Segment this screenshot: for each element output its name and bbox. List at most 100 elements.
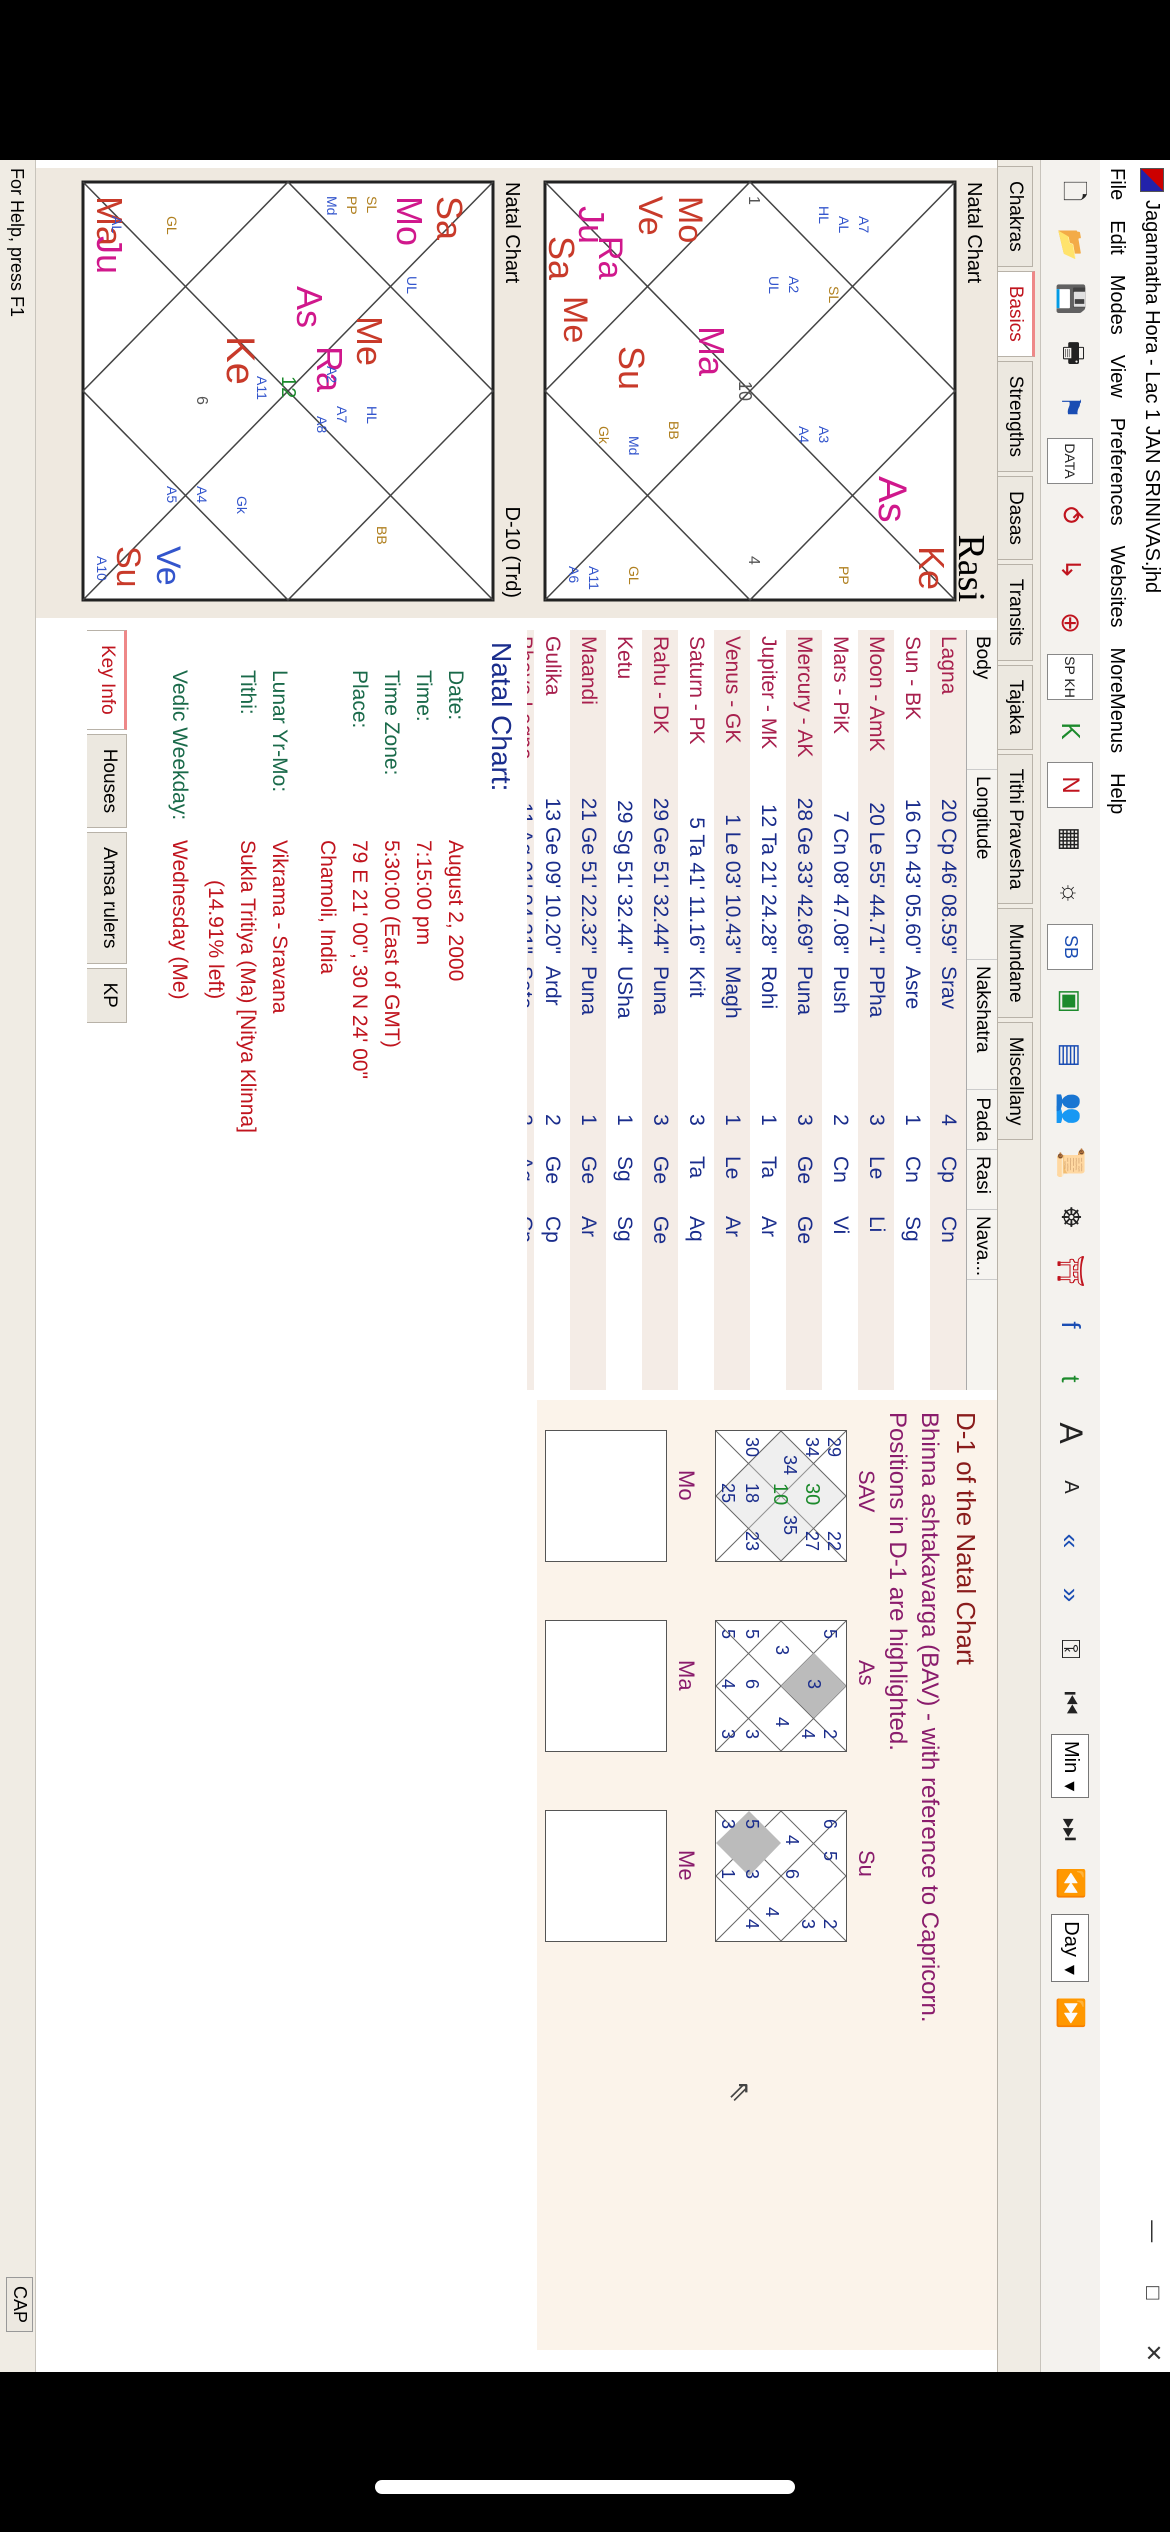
deity-icon[interactable]: ☸ bbox=[1048, 1194, 1094, 1240]
basics-content: Natal Chart Rasi As Ke Su Ma Ju Sa Me Ra… bbox=[35, 160, 998, 2372]
home-indicator[interactable] bbox=[375, 2480, 795, 2494]
subtab-kp[interactable]: KP bbox=[87, 967, 127, 1023]
n-button[interactable]: N bbox=[1047, 762, 1094, 808]
save-icon[interactable]: 💾 bbox=[1048, 276, 1094, 322]
sun-icon[interactable]: ☼ bbox=[1048, 870, 1094, 916]
table-row[interactable]: Moon - AmK 20 Le 55' 44.71" PPha 3 Le Li bbox=[858, 630, 894, 1390]
tab-strengths[interactable]: Strengths bbox=[998, 360, 1033, 473]
menu-moremenus[interactable]: MoreMenus bbox=[1106, 647, 1129, 753]
menu-view[interactable]: View bbox=[1106, 355, 1129, 398]
subtab-houses[interactable]: Houses bbox=[87, 733, 127, 829]
svg-text:4: 4 bbox=[798, 1729, 818, 1739]
sb-button[interactable]: SB bbox=[1047, 924, 1094, 970]
table-row[interactable]: Mercury - AK 28 Ge 33' 42.69" Puna 3 Ge Ge bbox=[786, 630, 822, 1390]
col-body[interactable]: Body bbox=[967, 630, 997, 770]
tab-miscellany[interactable]: Miscellany bbox=[998, 1021, 1033, 1141]
status-help-text: For Help, press F1 bbox=[7, 168, 28, 318]
svg-text:30: 30 bbox=[742, 1437, 762, 1457]
rasi-chart[interactable]: Natal Chart Rasi As Ke Su Ma Ju Sa Me Ra… bbox=[541, 176, 992, 606]
menu-modes[interactable]: Modes bbox=[1106, 275, 1129, 335]
col-navamsa[interactable]: Nava... bbox=[967, 1210, 997, 1280]
chart-flag-icon[interactable]: ⚑ bbox=[1048, 384, 1094, 430]
maximize-button[interactable]: □ bbox=[1140, 2286, 1166, 2299]
menu-preferences[interactable]: Preferences bbox=[1106, 418, 1129, 526]
bav-title: D-1 of the Natal Chart bbox=[951, 1412, 981, 1665]
table-row[interactable]: Ketu 29 Sg 51' 32.44" USha 1 Sg Sg bbox=[606, 630, 642, 1390]
col-nakshatra[interactable]: Nakshatra bbox=[967, 960, 997, 1090]
d10-chart-diagram: Ma Ju Sa Mo Me Ra As Ke Su Ve 12 6 GL AL… bbox=[81, 180, 495, 602]
print-icon[interactable]: 🖶 bbox=[1048, 330, 1094, 376]
tab-transits[interactable]: Transits bbox=[998, 563, 1033, 661]
k-tool-icon[interactable]: K bbox=[1048, 708, 1094, 754]
subtab-key-info[interactable]: Key Info bbox=[87, 630, 127, 730]
new-file-icon[interactable]: 🗋 bbox=[1048, 168, 1094, 214]
table-row[interactable]: Mars - PiK 7 Cn 08' 47.08" Push 2 Cn Vi bbox=[822, 630, 858, 1390]
grid-icon[interactable]: ▦ bbox=[1048, 816, 1094, 862]
scroll-icon[interactable]: 📜 bbox=[1048, 1140, 1094, 1186]
table-row[interactable]: Saturn - PK 5 Ta 41' 11.16" Krit 3 Ta Aq bbox=[678, 630, 714, 1390]
table-icon[interactable]: ▤ bbox=[1048, 1032, 1094, 1078]
table-row[interactable]: Venus - GK 1 Le 03' 10.43" Magh 1 Le Ar bbox=[714, 630, 750, 1390]
double-right-icon[interactable]: » bbox=[1048, 1572, 1094, 1618]
close-button[interactable]: ✕ bbox=[1140, 2344, 1166, 2362]
time-forward-icon[interactable]: ⏭ bbox=[1048, 1806, 1094, 1852]
facebook-icon[interactable]: f bbox=[1048, 1302, 1094, 1348]
as-bav-grid[interactable]: 5 2 3 4 3 4 5 6 3 5 4 3 bbox=[715, 1620, 847, 1752]
rasi-planet-ra: Ra bbox=[591, 236, 629, 280]
open-folder-icon[interactable]: 📂 bbox=[1048, 222, 1094, 268]
day-combo[interactable]: Day ▾ bbox=[1051, 1914, 1090, 1982]
menu-websites[interactable]: Websites bbox=[1106, 546, 1129, 628]
table-row[interactable]: Maandi 21 Ge 51' 22.32" Puna 1 Ge Ar bbox=[570, 630, 606, 1390]
min-combo[interactable]: Min ▾ bbox=[1051, 1734, 1090, 1799]
col-pada[interactable]: Pada bbox=[967, 1090, 997, 1150]
col-rasi[interactable]: Rasi bbox=[967, 1150, 997, 1210]
menu-help[interactable]: Help bbox=[1106, 773, 1129, 814]
d10-chart[interactable]: Natal Chart D-10 (Trd) Ma Ju Sa Mo Me Ra… bbox=[79, 176, 527, 606]
key-icon[interactable]: ⚿ bbox=[1048, 1626, 1094, 1672]
tab-chakras[interactable]: Chakras bbox=[998, 166, 1033, 267]
sp-kh-button[interactable]: SP KH bbox=[1047, 654, 1094, 700]
people-icon[interactable]: 👥 bbox=[1048, 1086, 1094, 1132]
tab-dasas[interactable]: Dasas bbox=[998, 476, 1033, 560]
svg-text:3: 3 bbox=[772, 1645, 792, 1655]
time-back-icon[interactable]: ⏮ bbox=[1048, 1680, 1094, 1726]
svg-text:35: 35 bbox=[780, 1515, 800, 1535]
font-larger-icon[interactable]: A bbox=[1048, 1410, 1094, 1456]
day-forward-icon[interactable]: ⏩ bbox=[1048, 1990, 1094, 2036]
menu-file[interactable]: File bbox=[1106, 168, 1129, 200]
table-row[interactable]: Sun - BK 16 Cn 43' 05.60" Asre 1 Cn Sg bbox=[894, 630, 930, 1390]
tab-mundane[interactable]: Mundane bbox=[998, 908, 1033, 1018]
tab-tajaka[interactable]: Tajaka bbox=[998, 664, 1033, 750]
arrow-tool-icon[interactable]: ↳ bbox=[1048, 546, 1094, 592]
font-smaller-icon[interactable]: A bbox=[1048, 1464, 1094, 1510]
col-longitude[interactable]: Longitude bbox=[967, 770, 997, 960]
minimize-button[interactable]: — bbox=[1140, 2220, 1166, 2242]
double-left-icon[interactable]: « bbox=[1048, 1518, 1094, 1564]
sav-grid[interactable]: 29 22 34 30 27 34 10 35 30 18 23 25 bbox=[715, 1430, 847, 1562]
table-row[interactable]: Jupiter - MK 12 Ta 21' 24.28" Rohi 1 Ta Ar bbox=[750, 630, 786, 1390]
svg-text:27: 27 bbox=[802, 1531, 822, 1551]
data-clock-button[interactable]: DATA bbox=[1047, 438, 1094, 484]
compass-icon[interactable]: ⊕ bbox=[1048, 600, 1094, 646]
menu-edit[interactable]: Edit bbox=[1106, 220, 1129, 254]
tab-tithi-pravesha[interactable]: Tithi Pravesha bbox=[998, 753, 1033, 905]
table-row[interactable]: Gulika 13 Ge 09' 10.20" Ardr 2 Ge Cp bbox=[534, 630, 570, 1390]
temple-icon[interactable]: ⛩ bbox=[1048, 1248, 1094, 1294]
t-icon[interactable]: t bbox=[1048, 1356, 1094, 1402]
subtab-amsa-rulers[interactable]: Amsa rulers bbox=[87, 832, 127, 964]
key-info-row: (14.91% left) bbox=[204, 880, 227, 1000]
day-back-icon[interactable]: ⏪ bbox=[1048, 1860, 1094, 1906]
me-bav-grid[interactable] bbox=[545, 1810, 667, 1942]
rasi-chart-diagram: As Ke Su Ma Ju Sa Me Ra Mo Ve 10 4 1 PP … bbox=[541, 180, 957, 602]
key-info-row: Date: August 2, 2000 bbox=[444, 670, 467, 982]
bav-line2: Positions in D-1 are highlighted. bbox=[884, 1412, 911, 1751]
time-shift-icon[interactable]: ⥀ bbox=[1048, 492, 1094, 538]
ma-bav-grid[interactable] bbox=[545, 1620, 667, 1752]
square-chart-icon[interactable]: ▣ bbox=[1048, 978, 1094, 1024]
table-row[interactable]: Rahu - DK 29 Ge 51' 32.44" Puna 3 Ge Ge bbox=[642, 630, 678, 1390]
su-bav-grid[interactable]: 6 5 2 4 3 6 5 3 4 4 1 3 bbox=[715, 1810, 847, 1942]
tab-basics[interactable]: Basics bbox=[998, 270, 1035, 357]
main-tabs: Chakras Basics Strengths Dasas Transits … bbox=[998, 160, 1038, 2372]
mo-bav-grid[interactable] bbox=[545, 1430, 667, 1562]
table-row[interactable]: Lagna 20 Cp 46' 08.59" Srav 4 Cp Cn bbox=[930, 630, 966, 1390]
